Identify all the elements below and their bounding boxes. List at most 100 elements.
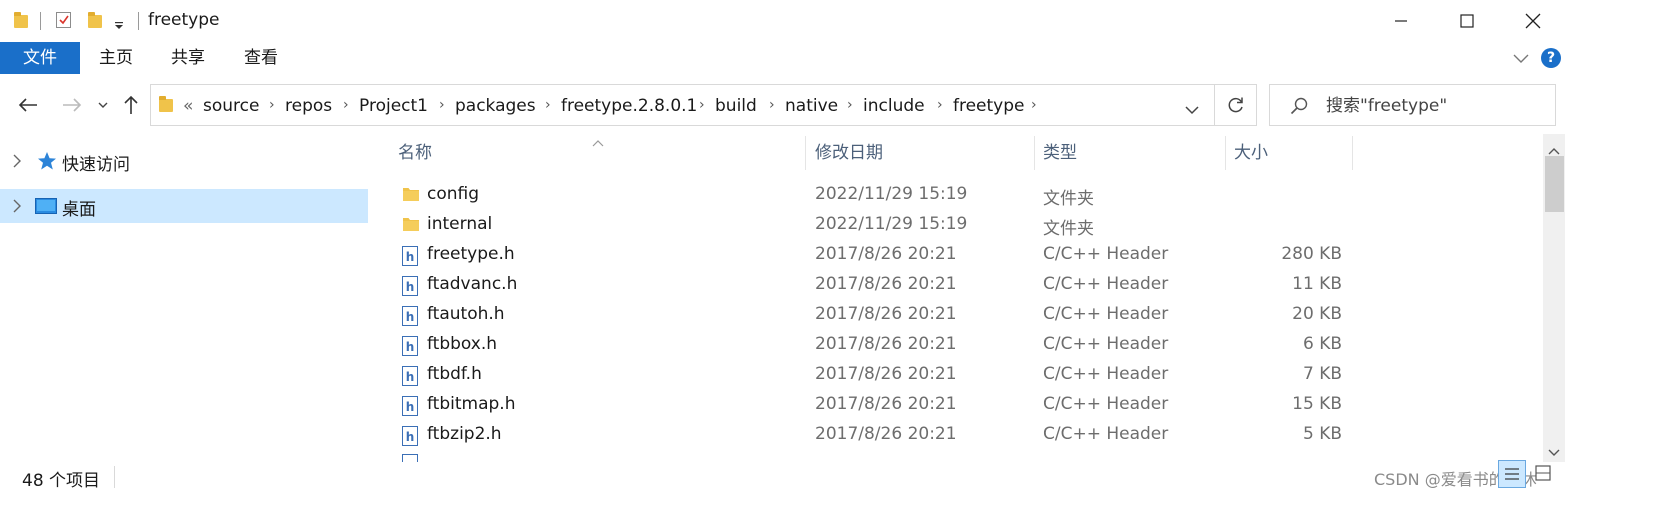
scrollbar-thumb[interactable] xyxy=(1545,156,1564,212)
svg-text:h: h xyxy=(406,250,415,264)
large-icons-view-icon xyxy=(1535,465,1551,481)
file-date: 2022/11/29 15:19 xyxy=(815,184,968,204)
window-title: freetype xyxy=(148,10,220,30)
file-name: freetype.h xyxy=(427,244,515,264)
header-file-icon: h xyxy=(402,336,418,360)
breadcrumb-source[interactable]: source xyxy=(203,96,259,116)
folder-icon xyxy=(14,12,28,28)
breadcrumb-chevron-icon[interactable]: › xyxy=(269,97,275,113)
address-history-chevron-down-icon[interactable] xyxy=(1185,100,1199,119)
file-row[interactable]: h ftbbox.h 2017/8/26 20:21 C/C++ Header … xyxy=(390,330,1350,360)
minimize-button[interactable] xyxy=(1378,0,1424,42)
file-row[interactable]: h ftadvanc.h 2017/8/26 20:21 C/C++ Heade… xyxy=(390,270,1350,300)
breadcrumb-chevron-icon[interactable]: › xyxy=(1031,97,1037,113)
recent-locations-icon[interactable] xyxy=(94,96,112,114)
file-name: ftbzip2.h xyxy=(427,424,502,444)
large-icons-view-button[interactable] xyxy=(1530,460,1558,488)
file-type: C/C++ Header xyxy=(1043,424,1169,444)
column-header-type[interactable]: 类型 xyxy=(1043,138,1223,170)
column-header-size[interactable]: 大小 xyxy=(1234,138,1349,170)
forward-button[interactable] xyxy=(56,92,88,118)
breadcrumb-chevron-icon[interactable]: › xyxy=(699,97,705,113)
column-divider[interactable] xyxy=(1225,136,1226,170)
chevron-right-icon[interactable] xyxy=(12,153,22,172)
file-type: 文件夹 xyxy=(1043,219,1094,239)
nav-item-quick-access[interactable]: 快速访问 xyxy=(0,144,368,178)
breadcrumb-chevron-icon[interactable]: › xyxy=(439,97,445,113)
breadcrumb-chevron-icon[interactable]: › xyxy=(545,97,551,113)
customize-quick-access-icon[interactable] xyxy=(114,16,124,35)
file-type: 文件夹 xyxy=(1043,189,1094,209)
file-row[interactable]: h ftautoh.h 2017/8/26 20:21 C/C++ Header… xyxy=(390,300,1350,330)
breadcrumb-project1[interactable]: Project1 xyxy=(359,96,428,116)
file-size: 15 KB xyxy=(1292,394,1342,414)
file-row[interactable]: h ftbdf.h 2017/8/26 20:21 C/C++ Header 7… xyxy=(390,360,1350,390)
file-name: ftbitmap.h xyxy=(427,394,516,414)
file-row[interactable]: h ftbitmap.h 2017/8/26 20:21 C/C++ Heade… xyxy=(390,390,1350,420)
nav-label-desktop: 桌面 xyxy=(62,200,96,220)
folder-icon xyxy=(402,216,420,236)
tab-home[interactable]: 主页 xyxy=(86,42,146,74)
tab-share[interactable]: 共享 xyxy=(158,42,218,74)
breadcrumb-build[interactable]: build xyxy=(715,96,757,116)
breadcrumb-freetype[interactable]: freetype xyxy=(953,96,1025,116)
breadcrumb-chevron-icon[interactable]: › xyxy=(343,97,349,113)
file-row[interactable]: h ftbzip2.h 2017/8/26 20:21 C/C++ Header… xyxy=(390,420,1350,450)
nav-item-desktop[interactable]: 桌面 xyxy=(0,189,368,223)
breadcrumb-chevron-icon[interactable]: › xyxy=(769,97,775,113)
refresh-icon xyxy=(1228,97,1243,113)
tab-view[interactable]: 查看 xyxy=(231,42,291,74)
breadcrumb-include[interactable]: include xyxy=(863,96,925,116)
refresh-button[interactable] xyxy=(1215,84,1257,126)
help-icon[interactable]: ? xyxy=(1541,48,1561,68)
breadcrumb-packages[interactable]: packages xyxy=(455,96,536,116)
column-divider[interactable] xyxy=(1034,136,1035,170)
column-header-date[interactable]: 修改日期 xyxy=(815,138,1030,170)
column-header-name[interactable]: 名称 xyxy=(398,138,803,170)
svg-text:h: h xyxy=(406,340,415,354)
header-file-icon: h xyxy=(402,366,418,390)
address-overflow[interactable]: « xyxy=(183,96,193,116)
file-size: 7 KB xyxy=(1302,364,1342,384)
chevron-right-icon[interactable] xyxy=(12,198,22,217)
file-size: 6 KB xyxy=(1302,334,1342,354)
details-view-button[interactable] xyxy=(1498,460,1526,488)
file-row[interactable]: config 2022/11/29 15:19 文件夹 xyxy=(390,180,1350,210)
breadcrumb-freetype-pkg[interactable]: freetype.2.8.0.1 xyxy=(561,96,697,116)
ribbon-expand-icon[interactable] xyxy=(1512,50,1530,69)
address-bar[interactable]: « source › repos › Project1 › packages ›… xyxy=(150,84,1215,126)
search-input[interactable] xyxy=(1324,93,1548,119)
folder-icon xyxy=(402,186,420,206)
file-row[interactable]: internal 2022/11/29 15:19 文件夹 xyxy=(390,210,1350,240)
breadcrumb-repos[interactable]: repos xyxy=(285,96,332,116)
breadcrumb-native[interactable]: native xyxy=(785,96,838,116)
file-row[interactable]: h freetype.h 2017/8/26 20:21 C/C++ Heade… xyxy=(390,240,1350,270)
file-date: 2017/8/26 20:21 xyxy=(815,274,957,294)
file-name: ftbbox.h xyxy=(427,334,498,354)
back-button[interactable] xyxy=(12,92,44,118)
header-file-icon: h xyxy=(402,426,418,450)
quick-access-separator xyxy=(40,12,41,30)
maximize-button[interactable] xyxy=(1444,0,1490,42)
file-name: ftadvanc.h xyxy=(427,274,518,294)
file-date: 2017/8/26 20:21 xyxy=(815,364,957,384)
nav-label-quick-access: 快速访问 xyxy=(62,155,130,175)
column-divider[interactable] xyxy=(805,136,806,170)
file-type: C/C++ Header xyxy=(1043,304,1169,324)
up-button[interactable] xyxy=(118,92,144,118)
new-folder-icon[interactable] xyxy=(88,12,102,28)
scroll-down-icon[interactable] xyxy=(1548,442,1560,461)
file-date: 2017/8/26 20:21 xyxy=(815,394,957,414)
header-file-icon: h xyxy=(402,246,418,270)
file-type: C/C++ Header xyxy=(1043,334,1169,354)
search-box[interactable] xyxy=(1269,84,1556,126)
properties-icon[interactable] xyxy=(56,12,71,28)
column-divider[interactable] xyxy=(1352,136,1353,170)
breadcrumb-chevron-icon[interactable]: › xyxy=(937,97,943,113)
tab-file[interactable]: 文件 xyxy=(0,42,80,74)
file-type: C/C++ Header xyxy=(1043,244,1169,264)
star-icon xyxy=(37,151,57,175)
close-button[interactable] xyxy=(1510,0,1556,42)
file-name: ftautoh.h xyxy=(427,304,505,324)
breadcrumb-chevron-icon[interactable]: › xyxy=(847,97,853,113)
